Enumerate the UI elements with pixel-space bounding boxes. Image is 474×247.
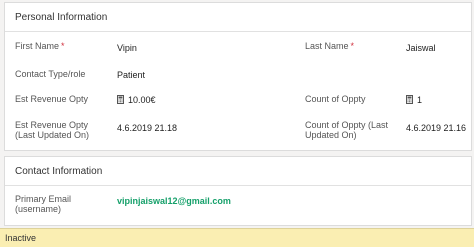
required-marker: * <box>61 41 65 51</box>
contact-type-field[interactable]: Patient <box>117 70 145 80</box>
last-name-label: Last Name * <box>305 41 355 51</box>
calculator-icon <box>117 95 124 104</box>
record-status: Inactive <box>5 233 37 243</box>
est-revenue-updated-field[interactable]: 4.6.2019 21.18 <box>117 123 177 133</box>
contact-type-label: Contact Type/role <box>15 69 86 79</box>
section-title: Personal Information <box>5 3 471 32</box>
section-title: Contact Information <box>5 157 471 186</box>
count-updated-label: Count of Oppty (Last Updated On) <box>305 120 389 140</box>
personal-information-section: Personal Information First Name * Vipin L… <box>4 2 472 151</box>
count-updated-field[interactable]: 4.6.2019 21.16 <box>406 123 466 133</box>
required-marker: * <box>350 41 355 51</box>
status-bar: Inactive <box>0 228 474 247</box>
last-name-field[interactable]: Jaiswal <box>406 43 436 53</box>
first-name-field[interactable]: Vipin <box>117 43 137 53</box>
primary-email-label: Primary Email (username) <box>15 194 72 214</box>
contact-information-section: Contact Information Primary Email (usern… <box>4 156 472 226</box>
calculator-icon <box>406 95 413 104</box>
est-revenue-updated-label: Est Revenue Opty (Last Updated On) <box>15 120 90 140</box>
primary-email-link[interactable]: vipinjaiswal12@gmail.com <box>117 196 231 206</box>
first-name-label: First Name * <box>15 41 65 51</box>
count-oppty-field[interactable]: 1 <box>406 95 422 105</box>
est-revenue-field[interactable]: 10.00€ <box>117 95 156 105</box>
count-oppty-label: Count of Oppty <box>305 94 366 104</box>
est-revenue-label: Est Revenue Opty <box>15 94 89 104</box>
